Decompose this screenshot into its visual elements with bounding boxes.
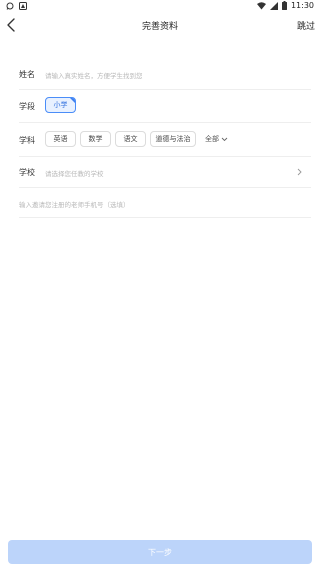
header: 完善资料 跳过 <box>0 14 320 38</box>
status-left-icons <box>6 2 27 10</box>
name-label: 姓名 <box>19 70 35 79</box>
subject-chip-math[interactable]: 数学 <box>80 131 111 147</box>
skip-button[interactable]: 跳过 <box>297 19 315 32</box>
stage-label: 学段 <box>19 102 35 111</box>
divider <box>19 89 311 90</box>
selected-corner-icon <box>69 98 75 104</box>
subject-chip-morality-law[interactable]: 道德与法治 <box>150 131 196 147</box>
next-button[interactable]: 下一步 <box>8 540 312 564</box>
subject-chip-label: 英语 <box>53 135 68 143</box>
status-time: 11:30 <box>290 1 314 10</box>
subject-chip-label: 数学 <box>88 135 103 143</box>
name-row: 姓名 请输入真实姓名，方便学生找到您 <box>0 68 320 82</box>
divider <box>19 217 311 218</box>
chevron-right-icon <box>297 168 302 176</box>
notification-icon <box>6 2 14 10</box>
stage-row: 学段 小学 <box>0 96 320 116</box>
divider <box>19 156 311 157</box>
battery-icon <box>281 1 287 10</box>
invite-row: 输入邀请您注册的老师手机号（选填） <box>0 197 320 211</box>
page-title: 完善资料 <box>141 22 178 32</box>
subject-chip-chinese[interactable]: 语文 <box>115 131 146 147</box>
status-right: 11:30 <box>256 1 314 10</box>
divider <box>19 187 311 188</box>
school-row[interactable]: 学校 请选择您任教的学校 <box>0 165 320 181</box>
app-notification-icon <box>19 2 27 10</box>
wifi-icon <box>256 1 266 9</box>
subject-all-label: 全部 <box>205 135 219 143</box>
divider <box>19 122 311 123</box>
subject-row: 学科 英语 数学 语文 道德与法治 全部 <box>0 130 320 150</box>
subject-chip-label: 道德与法治 <box>155 135 191 143</box>
stage-chip-primary[interactable]: 小学 <box>45 97 76 113</box>
school-label: 学校 <box>19 168 35 177</box>
invite-phone-input[interactable]: 输入邀请您注册的老师手机号（选填） <box>19 199 130 209</box>
school-select[interactable]: 请选择您任教的学校 <box>45 168 104 178</box>
chevron-down-icon <box>221 137 228 141</box>
status-bar: 11:30 <box>0 0 320 14</box>
next-button-label: 下一步 <box>148 547 172 557</box>
subject-chip-label: 语文 <box>123 135 138 143</box>
name-input[interactable]: 请输入真实姓名，方便学生找到您 <box>45 70 143 80</box>
subject-label: 学科 <box>19 136 35 145</box>
signal-icon <box>269 1 278 10</box>
subject-all-dropdown[interactable]: 全部 <box>205 134 228 144</box>
subject-chip-english[interactable]: 英语 <box>45 131 76 147</box>
stage-chip-label: 小学 <box>53 101 68 109</box>
